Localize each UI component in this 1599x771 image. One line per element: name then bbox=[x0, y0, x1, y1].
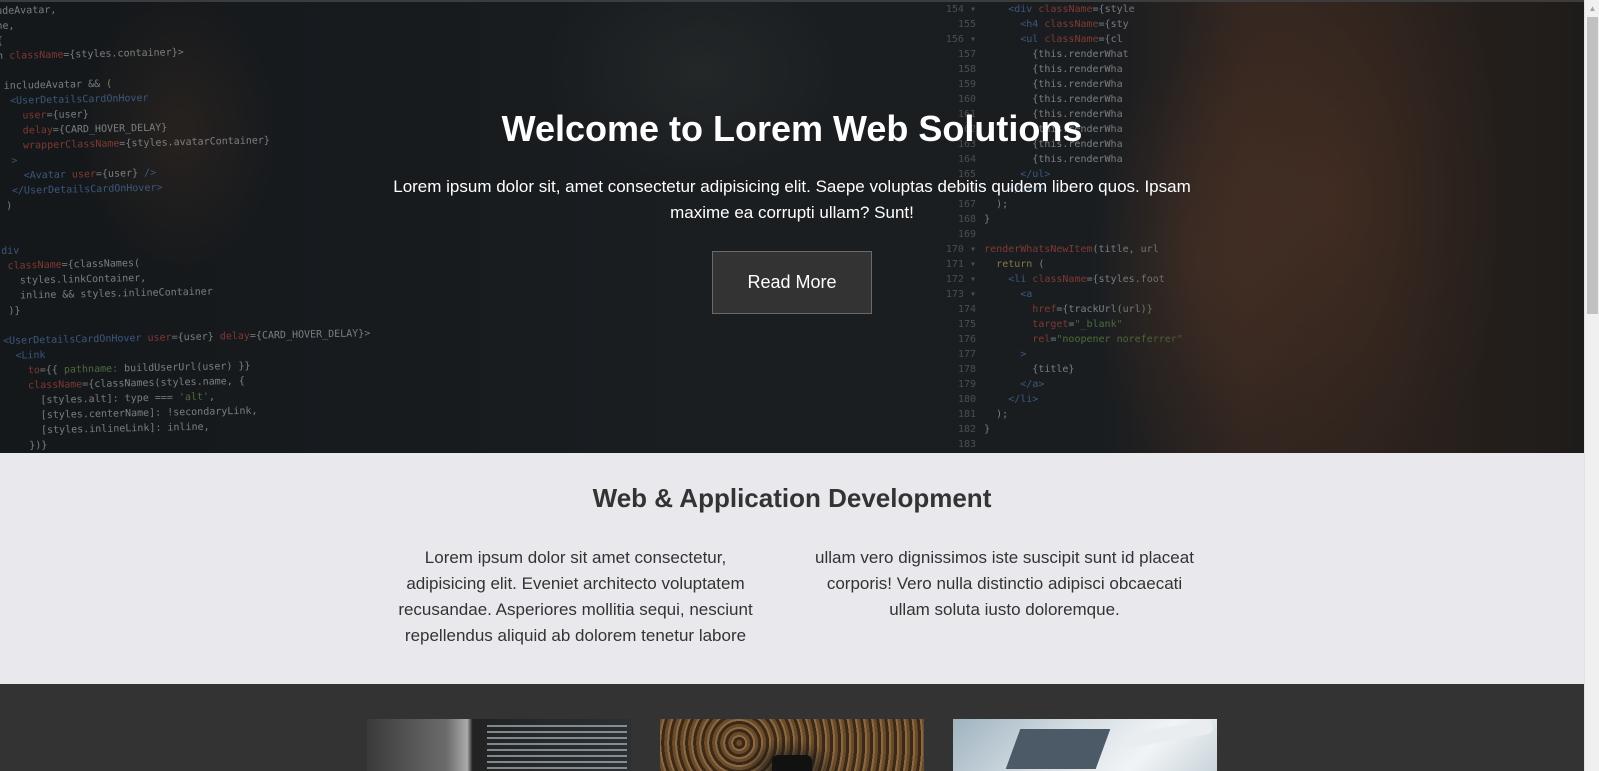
hero-title: Welcome to Lorem Web Solutions bbox=[501, 108, 1083, 149]
scrollbar-thumb[interactable] bbox=[1587, 17, 1598, 314]
scroll-up-arrow-icon[interactable]: ▲ bbox=[1585, 0, 1599, 17]
vertical-scrollbar[interactable]: ▲ bbox=[1584, 0, 1599, 771]
services-text-column-1: Lorem ipsum dolor sit amet consectetur, … bbox=[398, 548, 753, 645]
hero-section: udeAvatar, ne, { n className={styles.con… bbox=[0, 2, 1584, 453]
services-text-column-2: ullam vero dignissimos iste suscipit sun… bbox=[815, 548, 1194, 619]
page: udeAvatar, ne, { n className={styles.con… bbox=[0, 0, 1584, 771]
laptop-writing-image[interactable] bbox=[953, 719, 1217, 771]
phone-on-leaves-image[interactable] bbox=[660, 719, 924, 771]
hero-subtitle: Lorem ipsum dolor sit, amet consectetur … bbox=[393, 177, 1191, 222]
services-section: Web & Application Development Lorem ipsu… bbox=[0, 453, 1584, 684]
read-more-button[interactable]: Read More bbox=[712, 251, 872, 314]
code-on-monitor-image[interactable] bbox=[367, 719, 631, 771]
services-title: Web & Application Development bbox=[592, 483, 992, 513]
hero-content: Welcome to Lorem Web Solutions Lorem ips… bbox=[0, 2, 1584, 453]
gallery-section bbox=[0, 684, 1584, 771]
